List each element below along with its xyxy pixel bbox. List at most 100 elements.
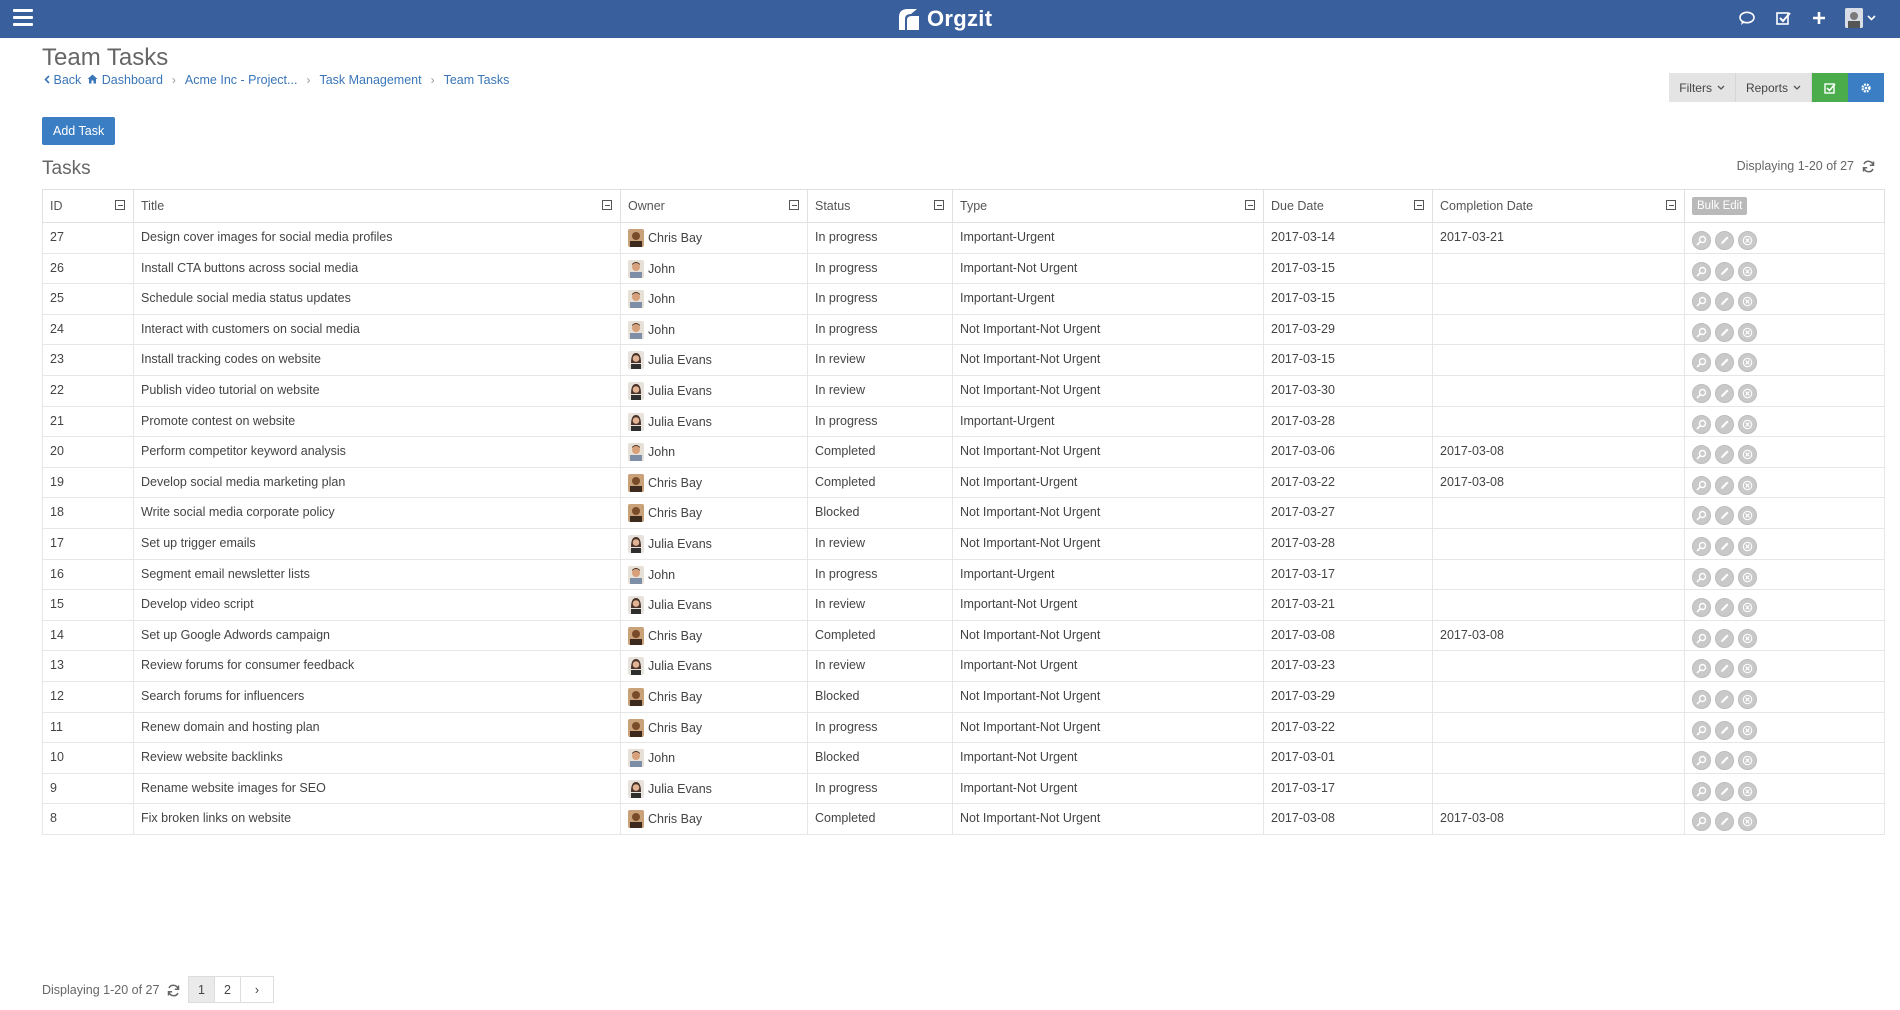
next-page-button[interactable]: › — [240, 976, 274, 1003]
view-button[interactable] — [1692, 261, 1711, 281]
view-button[interactable] — [1692, 751, 1711, 771]
edit-button[interactable] — [1715, 628, 1734, 648]
edit-button[interactable] — [1715, 781, 1734, 801]
breadcrumb-team-tasks[interactable]: Team Tasks — [444, 73, 510, 87]
column-toggle-icon[interactable] — [789, 200, 799, 210]
view-button[interactable] — [1692, 445, 1711, 465]
column-header-completion-date[interactable]: Completion Date — [1432, 189, 1685, 223]
delete-button[interactable] — [1738, 353, 1757, 373]
edit-button[interactable] — [1715, 506, 1734, 526]
view-button[interactable] — [1692, 536, 1711, 556]
edit-button[interactable] — [1715, 445, 1734, 465]
delete-button[interactable] — [1738, 292, 1757, 312]
delete-button[interactable] — [1738, 689, 1757, 709]
table-row[interactable]: 22 Publish video tutorial on website Julia… — [42, 374, 1885, 407]
view-button[interactable] — [1692, 506, 1711, 526]
chat-icon[interactable] — [1737, 8, 1757, 28]
owner[interactable]: Chris Bay — [628, 718, 800, 737]
view-button[interactable] — [1692, 689, 1711, 709]
table-row[interactable]: 10 Review website backlinks John Blocked Imp… — [42, 742, 1885, 774]
table-row[interactable]: 17 Set up trigger emails Julia Evans In rev… — [42, 527, 1885, 560]
table-row[interactable]: 18 Write social media corporate policy Chr… — [42, 497, 1885, 529]
table-row[interactable]: 21 Promote contest on website Julia Evans I… — [42, 405, 1885, 438]
delete-button[interactable] — [1738, 261, 1757, 281]
column-header-title[interactable]: Title — [133, 189, 621, 223]
column-toggle-icon[interactable] — [934, 200, 944, 210]
refresh-icon[interactable] — [167, 984, 180, 997]
brand[interactable]: Orgzit — [897, 5, 992, 33]
owner[interactable]: Chris Bay — [628, 810, 800, 829]
owner[interactable]: Julia Evans — [628, 779, 800, 798]
settings-button[interactable] — [1848, 73, 1884, 102]
table-row[interactable]: 25 Schedule social media status updates Jo… — [42, 283, 1885, 315]
reports-button[interactable]: Reports — [1735, 73, 1812, 102]
owner[interactable]: John — [628, 443, 800, 462]
column-toggle-icon[interactable] — [1666, 200, 1676, 210]
filters-button[interactable]: Filters — [1669, 73, 1736, 102]
edit-button[interactable] — [1715, 567, 1734, 587]
owner[interactable]: Chris Bay — [628, 687, 800, 706]
table-row[interactable]: 13 Review forums for consumer feedback Jul… — [42, 650, 1885, 682]
view-button[interactable] — [1692, 567, 1711, 587]
column-toggle-icon[interactable] — [602, 200, 612, 210]
table-row[interactable]: 11 Renew domain and hosting plan Chris Bay… — [42, 711, 1885, 744]
edit-button[interactable] — [1715, 292, 1734, 312]
task-view-button[interactable] — [1812, 73, 1848, 102]
edit-button[interactable] — [1715, 720, 1734, 740]
owner[interactable]: John — [628, 565, 800, 584]
owner[interactable]: John — [628, 259, 800, 278]
owner[interactable]: Chris Bay — [628, 504, 800, 523]
delete-button[interactable] — [1738, 383, 1757, 403]
delete-button[interactable] — [1738, 506, 1757, 526]
edit-button[interactable] — [1715, 261, 1734, 281]
delete-button[interactable] — [1738, 812, 1757, 832]
owner[interactable]: Chris Bay — [628, 626, 800, 645]
owner[interactable]: John — [628, 320, 800, 339]
owner[interactable]: Julia Evans — [628, 657, 800, 676]
column-header-due-date[interactable]: Due Date — [1263, 189, 1433, 223]
owner[interactable]: John — [628, 290, 800, 309]
view-button[interactable] — [1692, 353, 1711, 373]
delete-button[interactable] — [1738, 231, 1757, 250]
column-header-id[interactable]: ID — [42, 189, 134, 223]
view-button[interactable] — [1692, 322, 1711, 342]
table-row[interactable]: 27 Design cover images for social media p… — [42, 222, 1885, 254]
back-link[interactable]: Back — [44, 73, 81, 87]
column-toggle-icon[interactable] — [115, 200, 125, 210]
table-row[interactable]: 19 Develop social media marketing plan Chr… — [42, 466, 1885, 499]
delete-button[interactable] — [1738, 598, 1757, 618]
delete-button[interactable] — [1738, 628, 1757, 648]
delete-button[interactable] — [1738, 781, 1757, 801]
owner[interactable]: Julia Evans — [628, 412, 800, 431]
view-button[interactable] — [1692, 812, 1711, 832]
column-toggle-icon[interactable] — [1414, 200, 1424, 210]
edit-button[interactable] — [1715, 751, 1734, 771]
delete-button[interactable] — [1738, 414, 1757, 434]
breadcrumb-task-management[interactable]: Task Management — [319, 73, 421, 87]
table-row[interactable]: 9 Rename website images for SEO Julia Evan… — [42, 772, 1885, 805]
table-row[interactable]: 23 Install tracking codes on website Julia… — [42, 344, 1885, 376]
page-1-button[interactable]: 1 — [188, 976, 215, 1003]
delete-button[interactable] — [1738, 659, 1757, 679]
edit-button[interactable] — [1715, 689, 1734, 709]
edit-button[interactable] — [1715, 536, 1734, 556]
add-task-button[interactable]: Add Task — [42, 117, 116, 145]
owner[interactable]: Chris Bay — [628, 229, 800, 247]
edit-button[interactable] — [1715, 598, 1734, 618]
edit-button[interactable] — [1715, 659, 1734, 679]
page-2-button[interactable]: 2 — [214, 976, 241, 1003]
owner[interactable]: Julia Evans — [628, 596, 800, 615]
edit-button[interactable] — [1715, 383, 1734, 403]
delete-button[interactable] — [1738, 475, 1757, 495]
owner[interactable]: John — [628, 749, 800, 768]
delete-button[interactable] — [1738, 322, 1757, 342]
edit-button[interactable] — [1715, 475, 1734, 495]
owner[interactable]: Julia Evans — [628, 534, 800, 553]
view-button[interactable] — [1692, 781, 1711, 801]
table-row[interactable]: 15 Develop video script Julia Evans In revi… — [42, 589, 1885, 621]
column-header-type[interactable]: Type — [952, 189, 1264, 223]
view-button[interactable] — [1692, 720, 1711, 740]
table-row[interactable]: 12 Search forums for influencers Chris Bay… — [42, 680, 1885, 713]
edit-button[interactable] — [1715, 231, 1734, 250]
task-check-icon[interactable] — [1773, 8, 1793, 28]
